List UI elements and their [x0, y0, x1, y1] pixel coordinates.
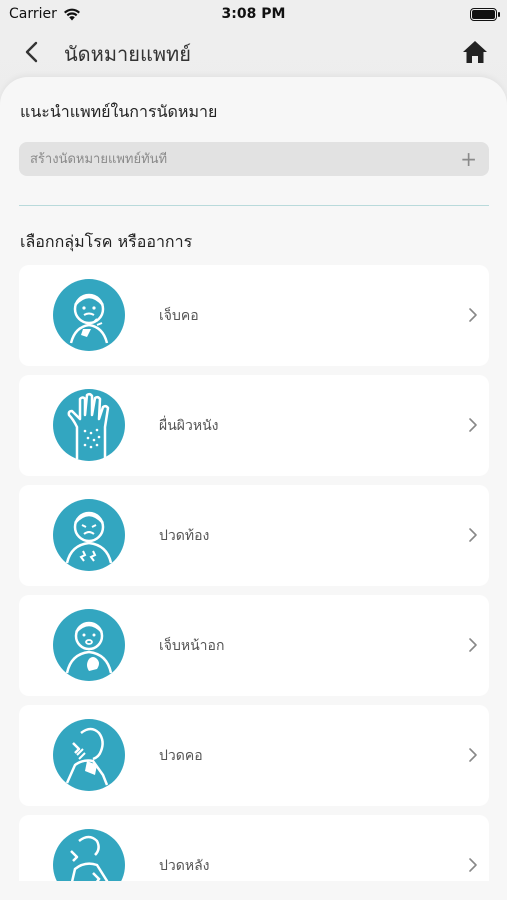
category-section-title: เลือกกลุ่มโรค หรืออาการ [20, 232, 193, 251]
chevron-right-icon [469, 858, 477, 872]
stomach-ache-icon [53, 499, 125, 571]
list-item-label: ปวดท้อง [159, 528, 210, 544]
list-item-label: ผื่นผิวหนัง [159, 418, 219, 434]
bottom-edge [0, 881, 507, 900]
sore-throat-icon [53, 279, 125, 351]
back-button[interactable] [18, 38, 46, 66]
recommend-section-title: แนะนำแพทย์ในการนัดหมาย [20, 102, 218, 121]
list-item-neck-pain[interactable]: ปวดคอ [19, 705, 489, 806]
plus-icon[interactable]: + [460, 149, 477, 169]
chevron-right-icon [469, 418, 477, 432]
list-item-stomach-ache[interactable]: ปวดท้อง [19, 485, 489, 586]
chest-pain-icon [53, 609, 125, 681]
list-item-label: ปวดคอ [159, 748, 203, 764]
list-item-skin-rash[interactable]: ผื่นผิวหนัง [19, 375, 489, 476]
chevron-right-icon [469, 528, 477, 542]
list-item-label: เจ็บหน้าอก [159, 638, 225, 654]
chevron-right-icon [469, 638, 477, 652]
status-time: 3:08 PM [221, 6, 286, 22]
skin-rash-icon [53, 389, 125, 461]
home-button[interactable] [461, 38, 489, 66]
home-icon [463, 41, 487, 63]
battery-icon [470, 8, 500, 21]
list-item-chest-pain[interactable]: เจ็บหน้าอก [19, 595, 489, 696]
list-item-label: ปวดหลัง [159, 858, 210, 874]
list-item-sore-throat[interactable]: เจ็บคอ [19, 265, 489, 366]
chevron-right-icon [469, 748, 477, 762]
navigation-bar: นัดหมายแพทย์ [0, 30, 507, 74]
create-appointment-field[interactable]: + [19, 142, 489, 176]
page-title: นัดหมายแพทย์ [64, 42, 191, 66]
create-appointment-input[interactable] [19, 142, 489, 176]
neck-pain-icon [53, 719, 125, 791]
chevron-left-icon [25, 41, 38, 63]
chevron-right-icon [469, 308, 477, 322]
list-item-label: เจ็บคอ [159, 308, 199, 324]
divider [19, 205, 489, 206]
status-bar: Carrier 3:08 PM [0, 0, 507, 30]
